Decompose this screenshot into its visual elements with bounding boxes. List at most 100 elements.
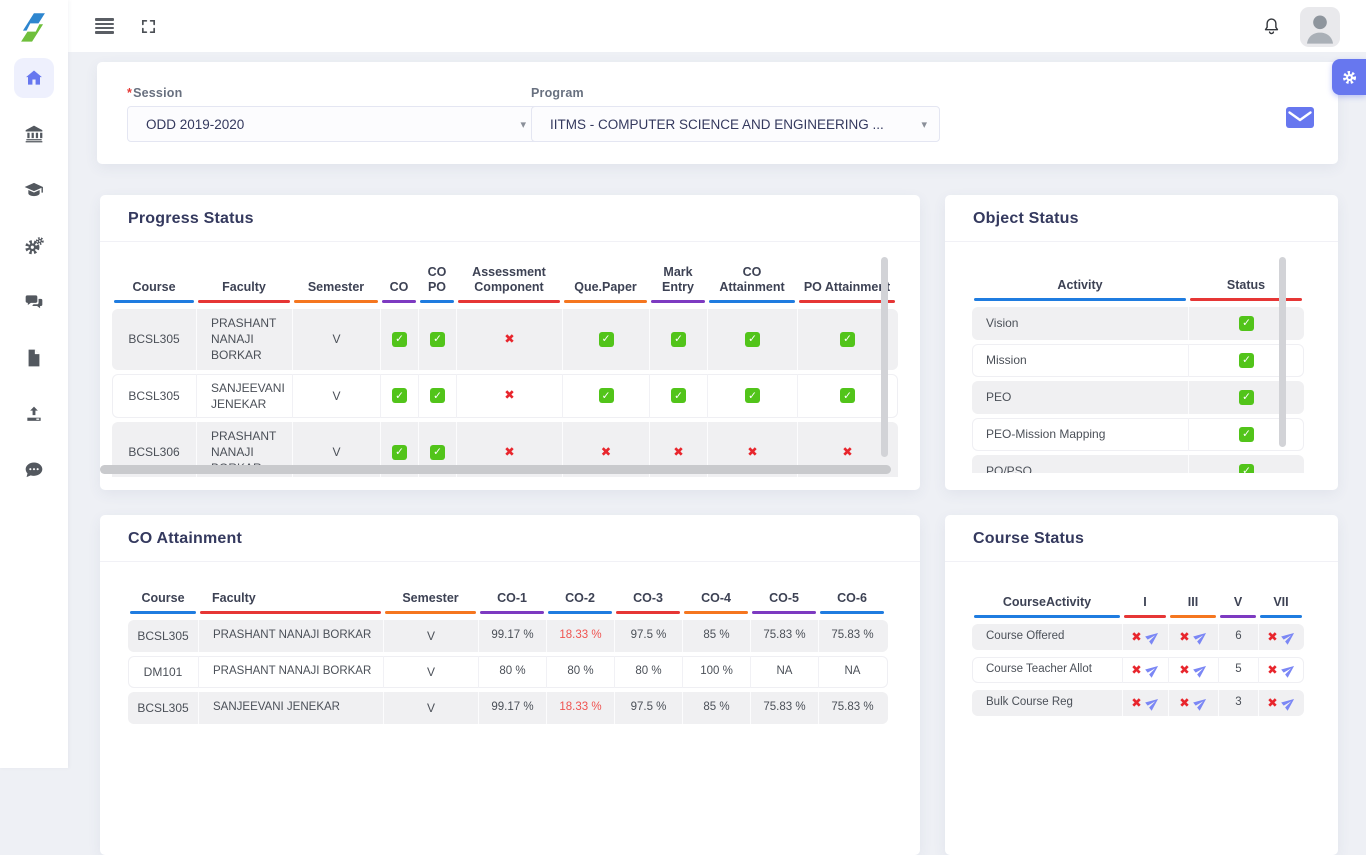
col-header-i: I bbox=[1122, 576, 1168, 618]
sidebar-item-institution[interactable] bbox=[14, 114, 54, 154]
col-header-co-6: CO-6 bbox=[818, 576, 886, 614]
status-cell: ✓ bbox=[649, 374, 707, 418]
vertical-scrollbar[interactable] bbox=[1279, 257, 1286, 447]
co-value-cell: 99.17 % bbox=[478, 692, 546, 724]
sidebar-item-discussions[interactable] bbox=[14, 282, 54, 322]
co-value-cell: 80 % bbox=[546, 656, 614, 688]
course-cell: BCSL305 bbox=[112, 309, 196, 370]
col-header-course: Course bbox=[128, 576, 198, 614]
table-row: BCSL305PRASHANT NANAJI BORKARV✓✓✖✓✓✓✓ bbox=[112, 309, 898, 370]
send-icon[interactable] bbox=[1279, 693, 1299, 713]
co-attainment-panel: CO Attainment CourseFacultySemesterCO-1C… bbox=[100, 515, 920, 855]
status-cell: ✖ bbox=[456, 309, 562, 370]
co-value-cell: 18.33 % bbox=[546, 692, 614, 724]
gear-icon bbox=[1342, 70, 1357, 85]
course-cell: BCSL305 bbox=[128, 620, 198, 652]
user-avatar[interactable] bbox=[1300, 7, 1340, 47]
col-header-label: III bbox=[1188, 595, 1198, 611]
status-cross-icon: ✖ bbox=[1131, 629, 1141, 646]
status-cell: ✖ bbox=[1168, 690, 1218, 716]
sidebar-item-academics[interactable] bbox=[14, 170, 54, 210]
send-icon[interactable] bbox=[1279, 627, 1299, 647]
send-icon[interactable] bbox=[1191, 660, 1211, 680]
header-underline bbox=[651, 300, 705, 303]
status-cross-icon: ✖ bbox=[1179, 662, 1189, 679]
status-check-icon: ✓ bbox=[430, 388, 445, 403]
status-check-icon: ✓ bbox=[1239, 353, 1254, 368]
send-icon[interactable] bbox=[1191, 627, 1211, 647]
fullscreen-icon[interactable] bbox=[136, 0, 160, 52]
hamburger-bars bbox=[95, 18, 114, 34]
col-header-status: Status bbox=[1188, 255, 1304, 301]
col-header-label: PO Attainment bbox=[804, 280, 890, 296]
status-cell: ✓ bbox=[380, 309, 418, 370]
faculty-cell: SANJEEVANI JENEKAR bbox=[198, 692, 383, 724]
status-cell: ✖ bbox=[1258, 657, 1304, 683]
co-value-cell: 18.33 % bbox=[546, 620, 614, 652]
header-underline bbox=[1220, 615, 1256, 618]
status-check-icon: ✓ bbox=[745, 388, 760, 403]
status-cell: ✓ bbox=[1188, 455, 1304, 473]
col-header-course: Course bbox=[112, 255, 196, 303]
col-header-activity: Activity bbox=[972, 255, 1188, 301]
session-label: *Session bbox=[127, 86, 507, 100]
course-status-panel: Course Status CourseActivityIIIIVVIICour… bbox=[945, 515, 1338, 855]
chat-bubbles-icon bbox=[24, 292, 44, 312]
home-icon bbox=[24, 68, 44, 88]
header-underline bbox=[114, 300, 194, 303]
header-underline bbox=[974, 298, 1186, 301]
status-cell: ✖ bbox=[1122, 657, 1168, 683]
header-underline bbox=[820, 611, 884, 614]
faculty-cell: PRASHANT NANAJI BORKAR bbox=[198, 620, 383, 652]
status-cell: ✖ bbox=[1122, 690, 1168, 716]
panel-header: Progress Status bbox=[100, 195, 920, 242]
status-cell: ✓ bbox=[418, 374, 456, 418]
status-cross-icon: ✖ bbox=[1267, 695, 1277, 712]
settings-button[interactable] bbox=[1332, 59, 1366, 95]
send-icon[interactable] bbox=[1279, 660, 1299, 680]
semester-cell: V bbox=[292, 309, 380, 370]
table-header-row: CourseFacultySemesterCOCO POAssessment C… bbox=[112, 255, 898, 303]
program-select[interactable]: IITMS - COMPUTER SCIENCE AND ENGINEERING… bbox=[531, 106, 940, 142]
co-value-cell: 85 % bbox=[682, 620, 750, 652]
notification-bell-icon[interactable] bbox=[1258, 0, 1284, 52]
send-icon[interactable] bbox=[1143, 627, 1163, 647]
panel-header: Object Status bbox=[945, 195, 1338, 242]
send-icon[interactable] bbox=[1191, 693, 1211, 713]
status-check-icon: ✓ bbox=[1239, 427, 1254, 442]
mail-button[interactable] bbox=[1286, 107, 1314, 128]
col-header-co-po: CO PO bbox=[418, 255, 456, 303]
status-cross-icon: ✖ bbox=[1179, 695, 1189, 712]
activity-cell: Course Teacher Allot bbox=[972, 657, 1122, 683]
status-cell: ✓ bbox=[1188, 381, 1304, 414]
header-underline bbox=[294, 300, 378, 303]
status-cross-icon: ✖ bbox=[842, 444, 852, 461]
menu-icon[interactable] bbox=[92, 0, 116, 52]
header-underline bbox=[1124, 615, 1166, 618]
table-row: Mission✓ bbox=[972, 344, 1304, 377]
col-header-co-2: CO-2 bbox=[546, 576, 614, 614]
col-header-co-1: CO-1 bbox=[478, 576, 546, 614]
session-value: ODD 2019-2020 bbox=[146, 117, 514, 132]
col-header-label: CO-5 bbox=[769, 591, 799, 607]
sidebar-item-configuration[interactable] bbox=[14, 226, 54, 266]
vertical-scrollbar[interactable] bbox=[881, 257, 888, 457]
table-row: Vision✓ bbox=[972, 307, 1304, 340]
sidebar-item-home[interactable] bbox=[14, 58, 54, 98]
sidebar-item-feedback[interactable] bbox=[14, 450, 54, 490]
col-header-label: CO-2 bbox=[565, 591, 595, 607]
file-icon bbox=[24, 348, 44, 368]
header-underline bbox=[548, 611, 612, 614]
horizontal-scrollbar[interactable] bbox=[100, 465, 891, 474]
sidebar-item-uploads[interactable] bbox=[14, 394, 54, 434]
program-label: Program bbox=[531, 86, 908, 100]
co-value-cell: 75.83 % bbox=[750, 692, 818, 724]
sidebar-menu bbox=[0, 58, 68, 490]
sidebar-item-documents[interactable] bbox=[14, 338, 54, 378]
activity-cell: PO/PSO bbox=[972, 455, 1188, 473]
co-value-cell: 97.5 % bbox=[614, 692, 682, 724]
col-header-label: CO Attainment bbox=[709, 265, 795, 296]
send-icon[interactable] bbox=[1143, 660, 1163, 680]
send-icon[interactable] bbox=[1143, 693, 1163, 713]
session-select[interactable]: ODD 2019-2020 ▾ bbox=[127, 106, 539, 142]
